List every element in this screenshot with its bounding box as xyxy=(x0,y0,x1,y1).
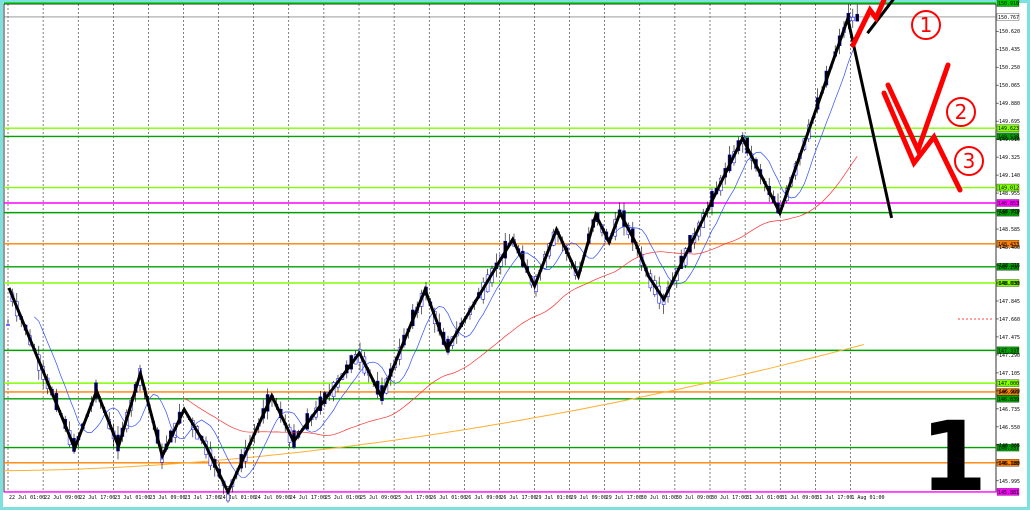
price-badge-label: 150.767 xyxy=(998,15,1019,21)
y-tick-label: 148.585 xyxy=(999,227,1020,233)
chart-container: 22 Jul 01:00 22 Jul 09:00 22 Jul 17:00 23 J… xyxy=(0,0,1030,510)
x-tick-label: 26 Jul 17:00 xyxy=(500,495,536,501)
y-tick-label: 147.475 xyxy=(999,335,1020,341)
x-tick-label: 26 Jul 09:00 xyxy=(465,495,501,501)
price-badge-label: 146.839 xyxy=(998,397,1019,403)
y-tick-label: 146.180 xyxy=(999,461,1020,467)
y-tick-label: 149.510 xyxy=(999,137,1020,143)
x-tick-label: 24 Jul 17:00 xyxy=(290,495,326,501)
price-badge-label: 148.853 xyxy=(998,201,1019,207)
price-badge-label: 150.910 xyxy=(998,1,1019,7)
x-tick-label: 25 Jul 01:00 xyxy=(325,495,361,501)
y-tick-label: 146.920 xyxy=(999,389,1020,395)
wave-label-text: 3 xyxy=(963,149,976,173)
candle-body xyxy=(6,324,10,326)
x-tick-label: 23 Jul 09:00 xyxy=(149,495,185,501)
price-badge-label: 145.881 xyxy=(998,490,1019,496)
y-tick-label: 146.735 xyxy=(999,407,1020,413)
price-badge-label: 149.623 xyxy=(998,126,1019,132)
y-tick-label: 148.955 xyxy=(999,191,1020,197)
x-tick-label: 31 Jul 09:00 xyxy=(781,495,817,501)
x-tick-label: 24 Jul 09:00 xyxy=(255,495,291,501)
y-tick-label: 149.695 xyxy=(999,119,1020,125)
y-tick-label: 148.215 xyxy=(999,263,1020,269)
chart-number-label: 1 xyxy=(920,401,987,510)
y-tick-label: 150.250 xyxy=(999,65,1020,71)
x-tick-label: 26 Jul 01:00 xyxy=(430,495,466,501)
candle-body xyxy=(851,17,855,22)
x-tick-label: 29 Jul 01:00 xyxy=(536,495,572,501)
y-tick-label: 147.660 xyxy=(999,317,1020,323)
x-tick-label: 23 Jul 17:00 xyxy=(185,495,221,501)
x-tick-label: 22 Jul 17:00 xyxy=(79,495,115,501)
price-badge-label: 147.000 xyxy=(998,381,1019,387)
x-tick-label: 29 Jul 17:00 xyxy=(606,495,642,501)
y-tick-label: 147.845 xyxy=(999,299,1020,305)
y-tick-label: 145.995 xyxy=(999,479,1020,485)
y-tick-label: 147.105 xyxy=(999,371,1020,377)
x-tick-label: 22 Jul 01:00 xyxy=(9,495,45,501)
x-tick-label: 29 Jul 09:00 xyxy=(571,495,607,501)
y-tick-label: 148.400 xyxy=(999,245,1020,251)
x-tick-label: 30 Jul 17:00 xyxy=(711,495,747,501)
x-tick-label: 31 Jul 17:00 xyxy=(816,495,852,501)
x-tick-label: 24 Jul 01:00 xyxy=(220,495,256,501)
x-tick-label: 25 Jul 09:00 xyxy=(360,495,396,501)
x-tick-label: 1 Aug 01:00 xyxy=(851,495,884,501)
x-tick-label: 30 Jul 01:00 xyxy=(641,495,677,501)
y-tick-label: 150.620 xyxy=(999,29,1020,35)
x-tick-label: 31 Jul 01:00 xyxy=(746,495,782,501)
y-tick-label: 146.550 xyxy=(999,425,1020,431)
wave-label-text: 1 xyxy=(920,13,933,37)
y-tick-label: 149.325 xyxy=(999,155,1020,161)
y-tick-label: 148.030 xyxy=(999,281,1020,287)
x-tick-label: 23 Jul 01:00 xyxy=(114,495,150,501)
y-tick-label: 149.140 xyxy=(999,173,1020,179)
x-tick-label: 30 Jul 09:00 xyxy=(676,495,712,501)
y-tick-label: 149.880 xyxy=(999,101,1020,107)
candle-body xyxy=(855,13,859,22)
x-tick-label: 22 Jul 09:00 xyxy=(44,495,80,501)
wave-label-text: 2 xyxy=(955,100,968,124)
y-tick-label: 146.365 xyxy=(999,443,1020,449)
y-tick-label: 148.770 xyxy=(999,209,1020,215)
price-chart[interactable]: 22 Jul 01:0022 Jul 09:0022 Jul 17:0023 J… xyxy=(0,0,1030,510)
x-tick-label: 25 Jul 17:00 xyxy=(395,495,431,501)
y-tick-label: 150.435 xyxy=(999,47,1020,53)
y-tick-label: 150.065 xyxy=(999,83,1020,89)
y-tick-label: 147.290 xyxy=(999,353,1020,359)
